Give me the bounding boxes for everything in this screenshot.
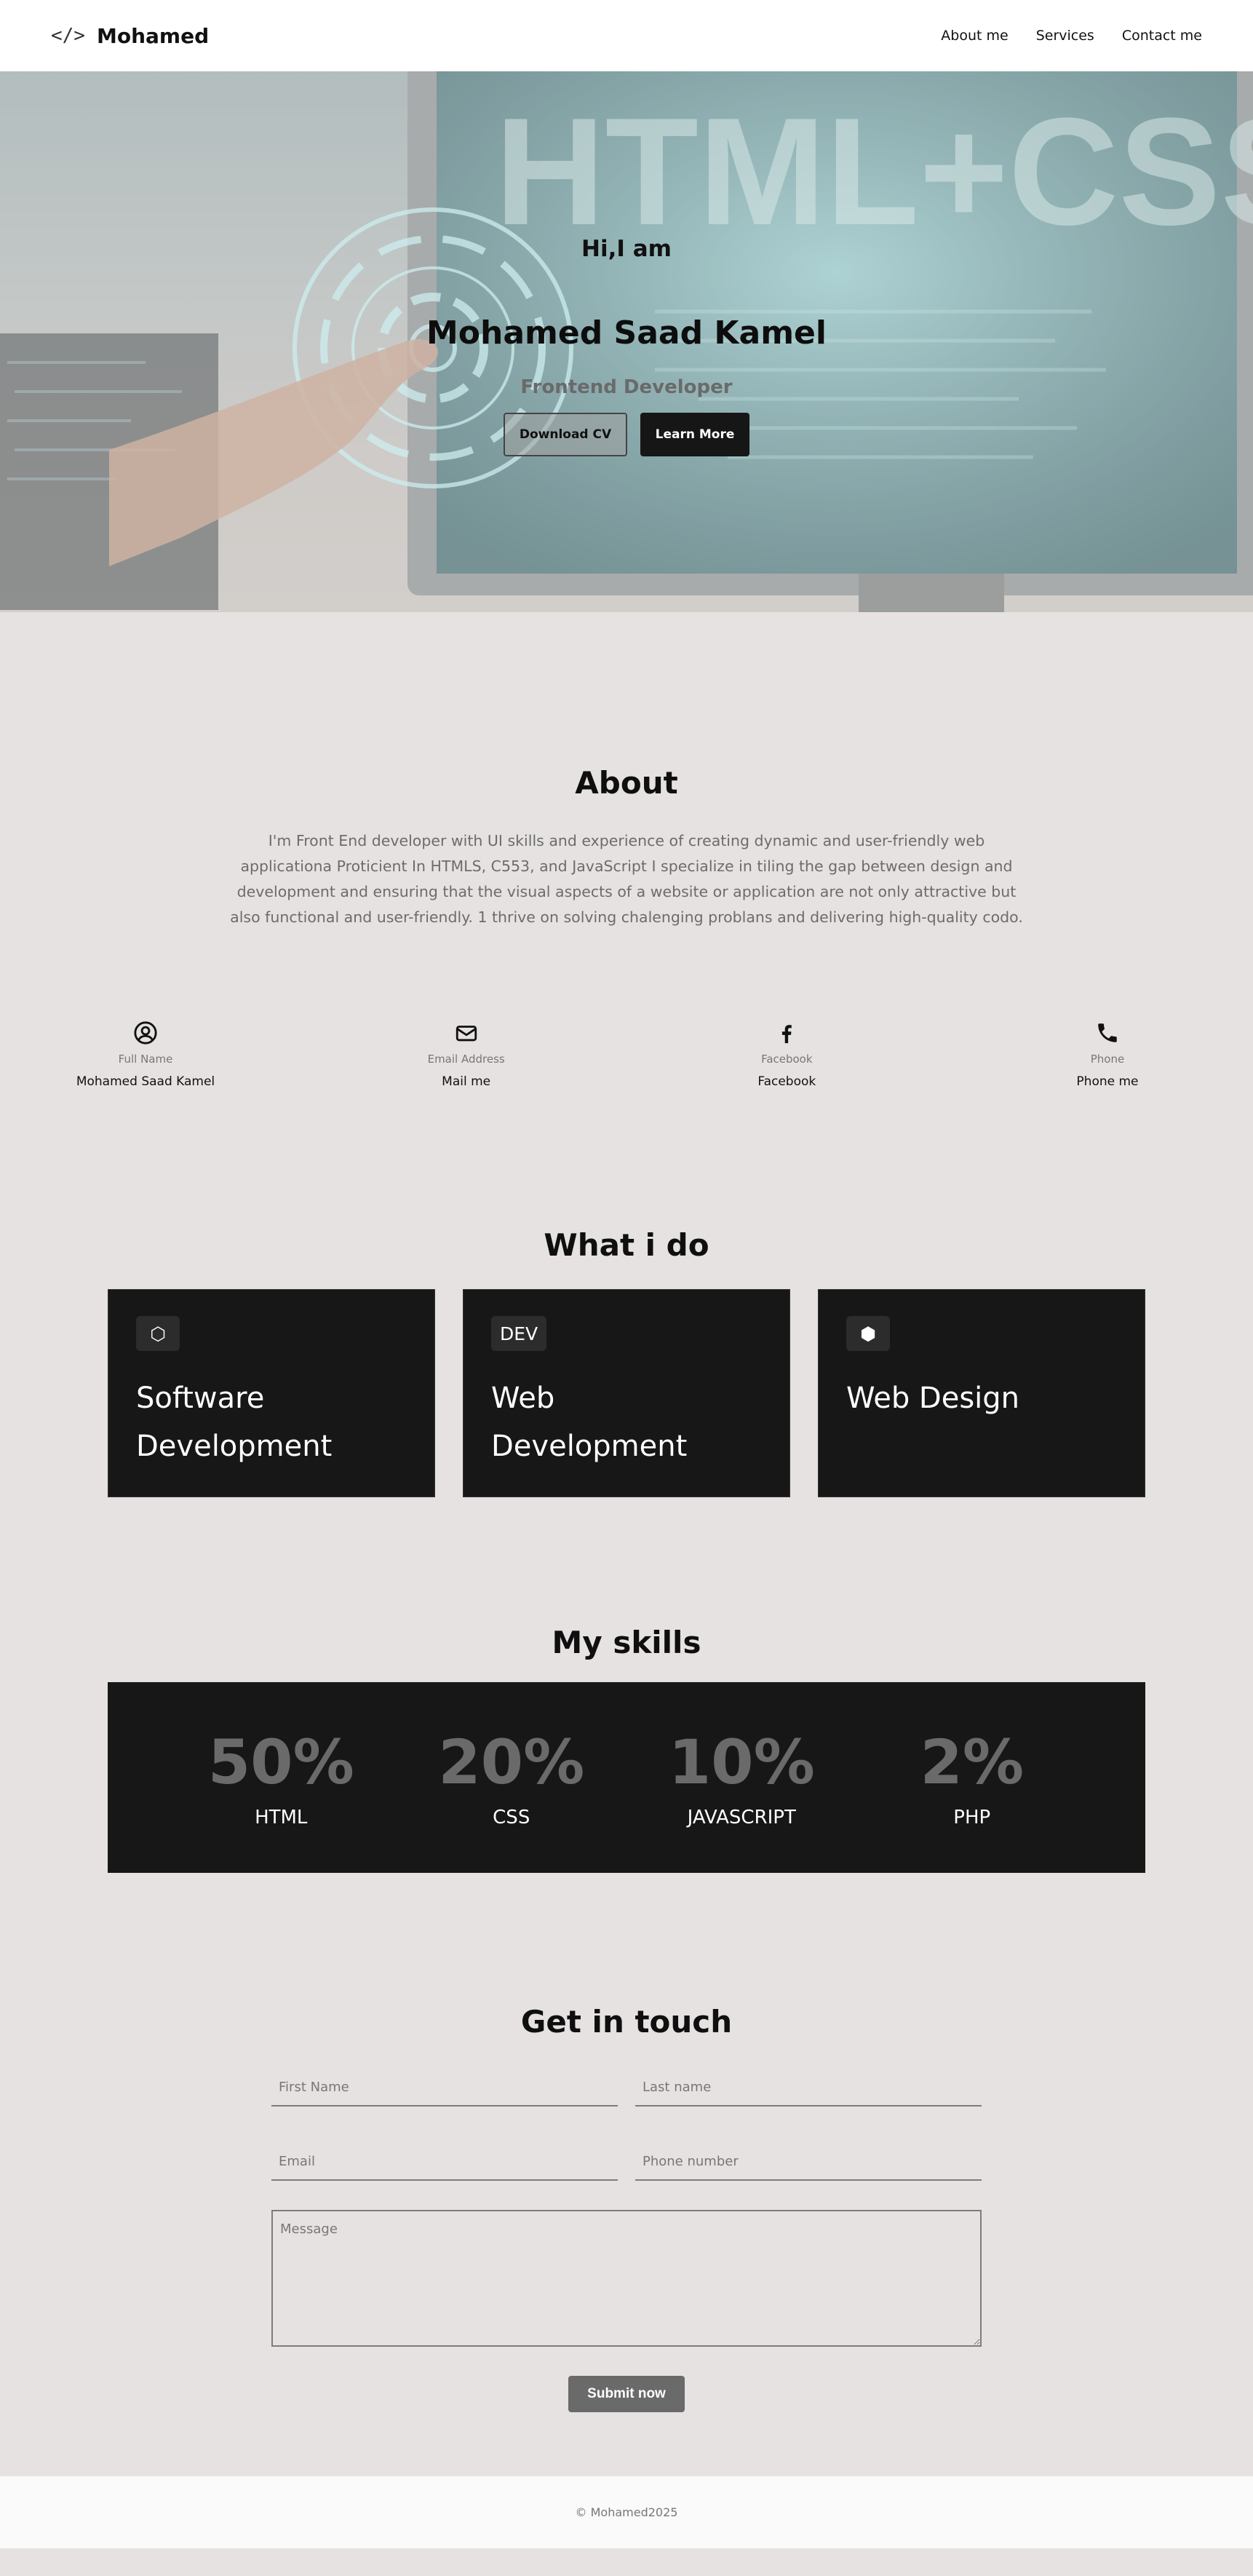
form-row — [271, 2069, 982, 2107]
skill-name: JAVASCRIPT — [687, 1807, 796, 1828]
email-input[interactable] — [271, 2143, 618, 2181]
hero-content: Hi,I am Mohamed Saad Kamel Frontend Deve… — [0, 71, 1253, 612]
skill-html: 50% HTML — [201, 1727, 361, 1828]
service-card-software: ⬡ Software Development — [108, 1289, 435, 1497]
skill-percent: 20% — [438, 1727, 585, 1798]
footer: © Mohamed2025 — [0, 2476, 1253, 2548]
nav-link-services[interactable]: Services — [1036, 28, 1094, 44]
skill-percent: 50% — [207, 1727, 354, 1798]
submit-wrap: Submit now — [271, 2376, 982, 2412]
first-name-input[interactable] — [271, 2069, 618, 2107]
submit-button[interactable]: Submit now — [568, 2376, 685, 2412]
contact-value[interactable]: Facebook — [757, 1074, 816, 1089]
contact-label: Email Address — [427, 1053, 505, 1066]
top-nav: </> Mohamed About me Services Contact me — [0, 0, 1253, 71]
about-title: About — [575, 765, 678, 801]
about-section: About I'm Front End developer with UI sk… — [0, 612, 1253, 1089]
user-circle-icon — [134, 1021, 157, 1045]
brand-name: Mohamed — [96, 23, 210, 48]
hexagon-filled-icon: ⬢ — [846, 1316, 890, 1351]
service-card-web-design: ⬢ Web Design — [818, 1289, 1145, 1497]
skill-name: CSS — [493, 1807, 530, 1828]
nav-links: About me Services Contact me — [941, 28, 1202, 44]
contact-value[interactable]: Mail me — [442, 1074, 490, 1089]
service-card-title: Web Design — [846, 1382, 1020, 1415]
about-text: I'm Front End developer with UI skills a… — [230, 832, 1023, 926]
phone-input[interactable] — [635, 2143, 982, 2181]
services-section: What i do ⬡ Software Development DEV Web… — [0, 1227, 1253, 1497]
contact-section: Get in touch Submit now — [0, 2004, 1253, 2412]
contact-item-email[interactable]: Email Address Mail me — [394, 1021, 539, 1089]
hero-buttons: Download CV Learn More — [504, 413, 749, 456]
service-card-title: Web Development — [491, 1382, 688, 1463]
contact-value: Mohamed Saad Kamel — [76, 1074, 215, 1089]
brand[interactable]: </> Mohamed — [51, 24, 209, 48]
skill-php: 2% PHP — [892, 1727, 1052, 1828]
contact-item-facebook[interactable]: Facebook Facebook — [714, 1021, 859, 1089]
skills-section: My skills 50% HTML 20% CSS 10% JAVASCRIP… — [0, 1625, 1253, 1873]
skill-percent: 2% — [920, 1727, 1025, 1798]
skill-name: HTML — [255, 1807, 308, 1828]
skill-name: PHP — [953, 1807, 991, 1828]
hero-role: Frontend Developer — [520, 376, 733, 398]
contact-item-full-name: Full Name Mohamed Saad Kamel — [73, 1021, 218, 1089]
skill-percent: 10% — [668, 1727, 815, 1798]
service-card-web-dev: DEV Web Development — [463, 1289, 790, 1497]
download-cv-button[interactable]: Download CV — [504, 413, 627, 456]
contact-label: Phone — [1090, 1053, 1125, 1066]
contact-label: Full Name — [118, 1053, 173, 1066]
hero-greeting: Hi,I am — [581, 236, 672, 262]
facebook-icon — [782, 1025, 792, 1044]
skill-css: 20% CSS — [431, 1727, 592, 1828]
skills-box: 50% HTML 20% CSS 10% JAVASCRIPT 2% PHP — [108, 1682, 1145, 1873]
contact-value[interactable]: Phone me — [1076, 1074, 1138, 1089]
hero-name: Mohamed Saad Kamel — [426, 314, 827, 352]
dev-badge-icon: DEV — [491, 1316, 547, 1351]
skills-title: My skills — [552, 1625, 701, 1660]
nav-link-contact[interactable]: Contact me — [1122, 28, 1202, 44]
hero-section: HTML+CSS Hi,I am Mohamed Saad Kamel Fron… — [0, 71, 1253, 612]
last-name-input[interactable] — [635, 2069, 982, 2107]
mail-icon — [456, 1026, 477, 1042]
contact-label: Facebook — [761, 1053, 813, 1066]
phone-icon — [1098, 1023, 1117, 1042]
hexagon-outline-icon: ⬡ — [136, 1316, 180, 1351]
message-textarea[interactable] — [271, 2210, 982, 2347]
contact-info-row: Full Name Mohamed Saad Kamel Email Addre… — [0, 1021, 1253, 1089]
contact-form: Submit now — [271, 2069, 982, 2412]
service-card-title: Software Development — [136, 1382, 333, 1463]
services-title: What i do — [544, 1227, 709, 1263]
contact-item-phone[interactable]: Phone Phone me — [1035, 1021, 1180, 1089]
code-icon: </> — [51, 25, 85, 47]
service-cards: ⬡ Software Development DEV Web Developme… — [0, 1289, 1253, 1497]
contact-title: Get in touch — [520, 2004, 733, 2040]
skill-javascript: 10% JAVASCRIPT — [661, 1727, 822, 1828]
form-row — [271, 2143, 982, 2181]
nav-link-about[interactable]: About me — [941, 28, 1008, 44]
learn-more-button[interactable]: Learn More — [640, 413, 749, 456]
footer-copyright: © Mohamed2025 — [575, 2505, 678, 2519]
